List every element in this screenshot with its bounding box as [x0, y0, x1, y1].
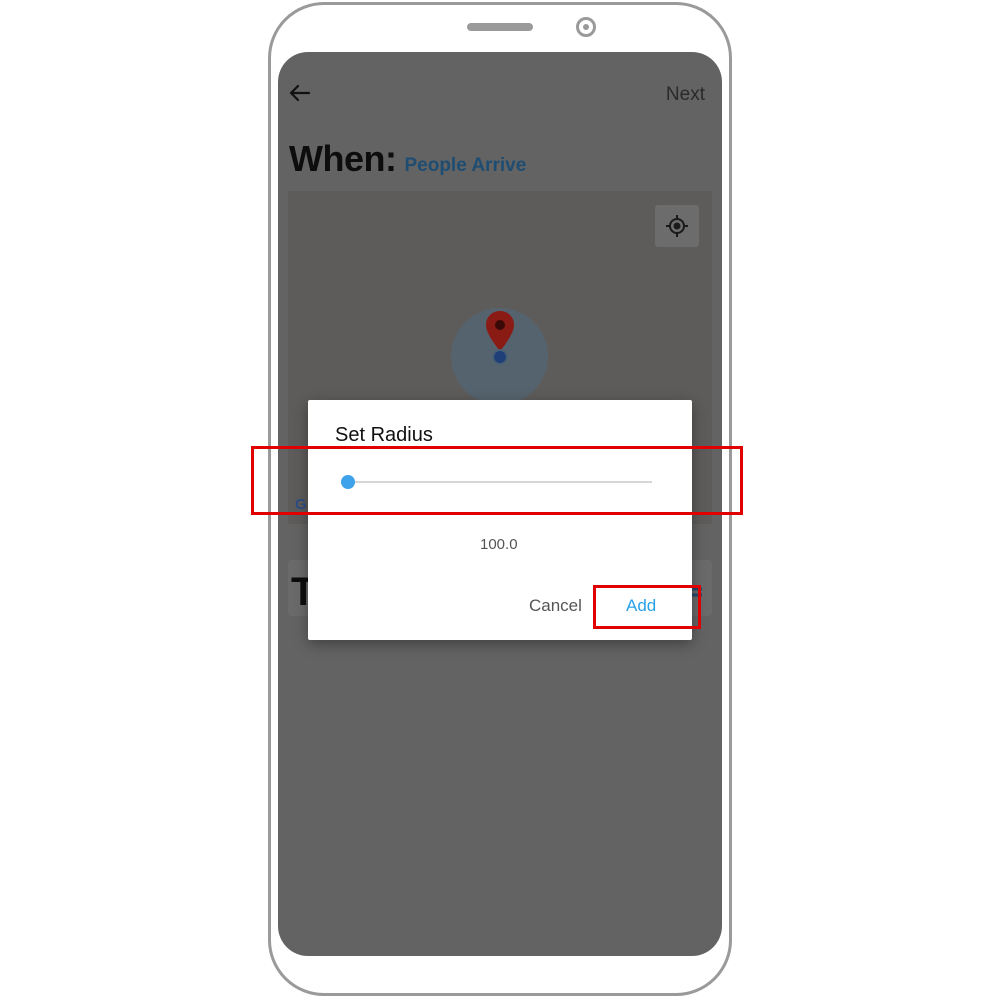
trigger-label: When: [289, 138, 397, 179]
trigger-value[interactable]: People Arrive [404, 155, 526, 177]
radius-value: 100.0 [480, 536, 518, 553]
radius-slider-track[interactable] [348, 481, 652, 483]
phone-camera [576, 17, 596, 37]
add-button[interactable]: Add [626, 596, 656, 616]
back-arrow-icon[interactable] [288, 80, 316, 112]
dialog-title: Set Radius [335, 424, 433, 446]
map-attribution: G [295, 496, 307, 513]
next-button[interactable]: Next [666, 84, 705, 106]
location-dot [492, 349, 508, 365]
cancel-button[interactable]: Cancel [529, 596, 582, 616]
crosshair-icon [666, 215, 688, 237]
radius-slider-thumb[interactable] [341, 475, 355, 489]
phone-speaker [467, 23, 533, 31]
trigger-row: When: People Arrive [289, 138, 526, 180]
my-location-button[interactable] [655, 205, 699, 247]
